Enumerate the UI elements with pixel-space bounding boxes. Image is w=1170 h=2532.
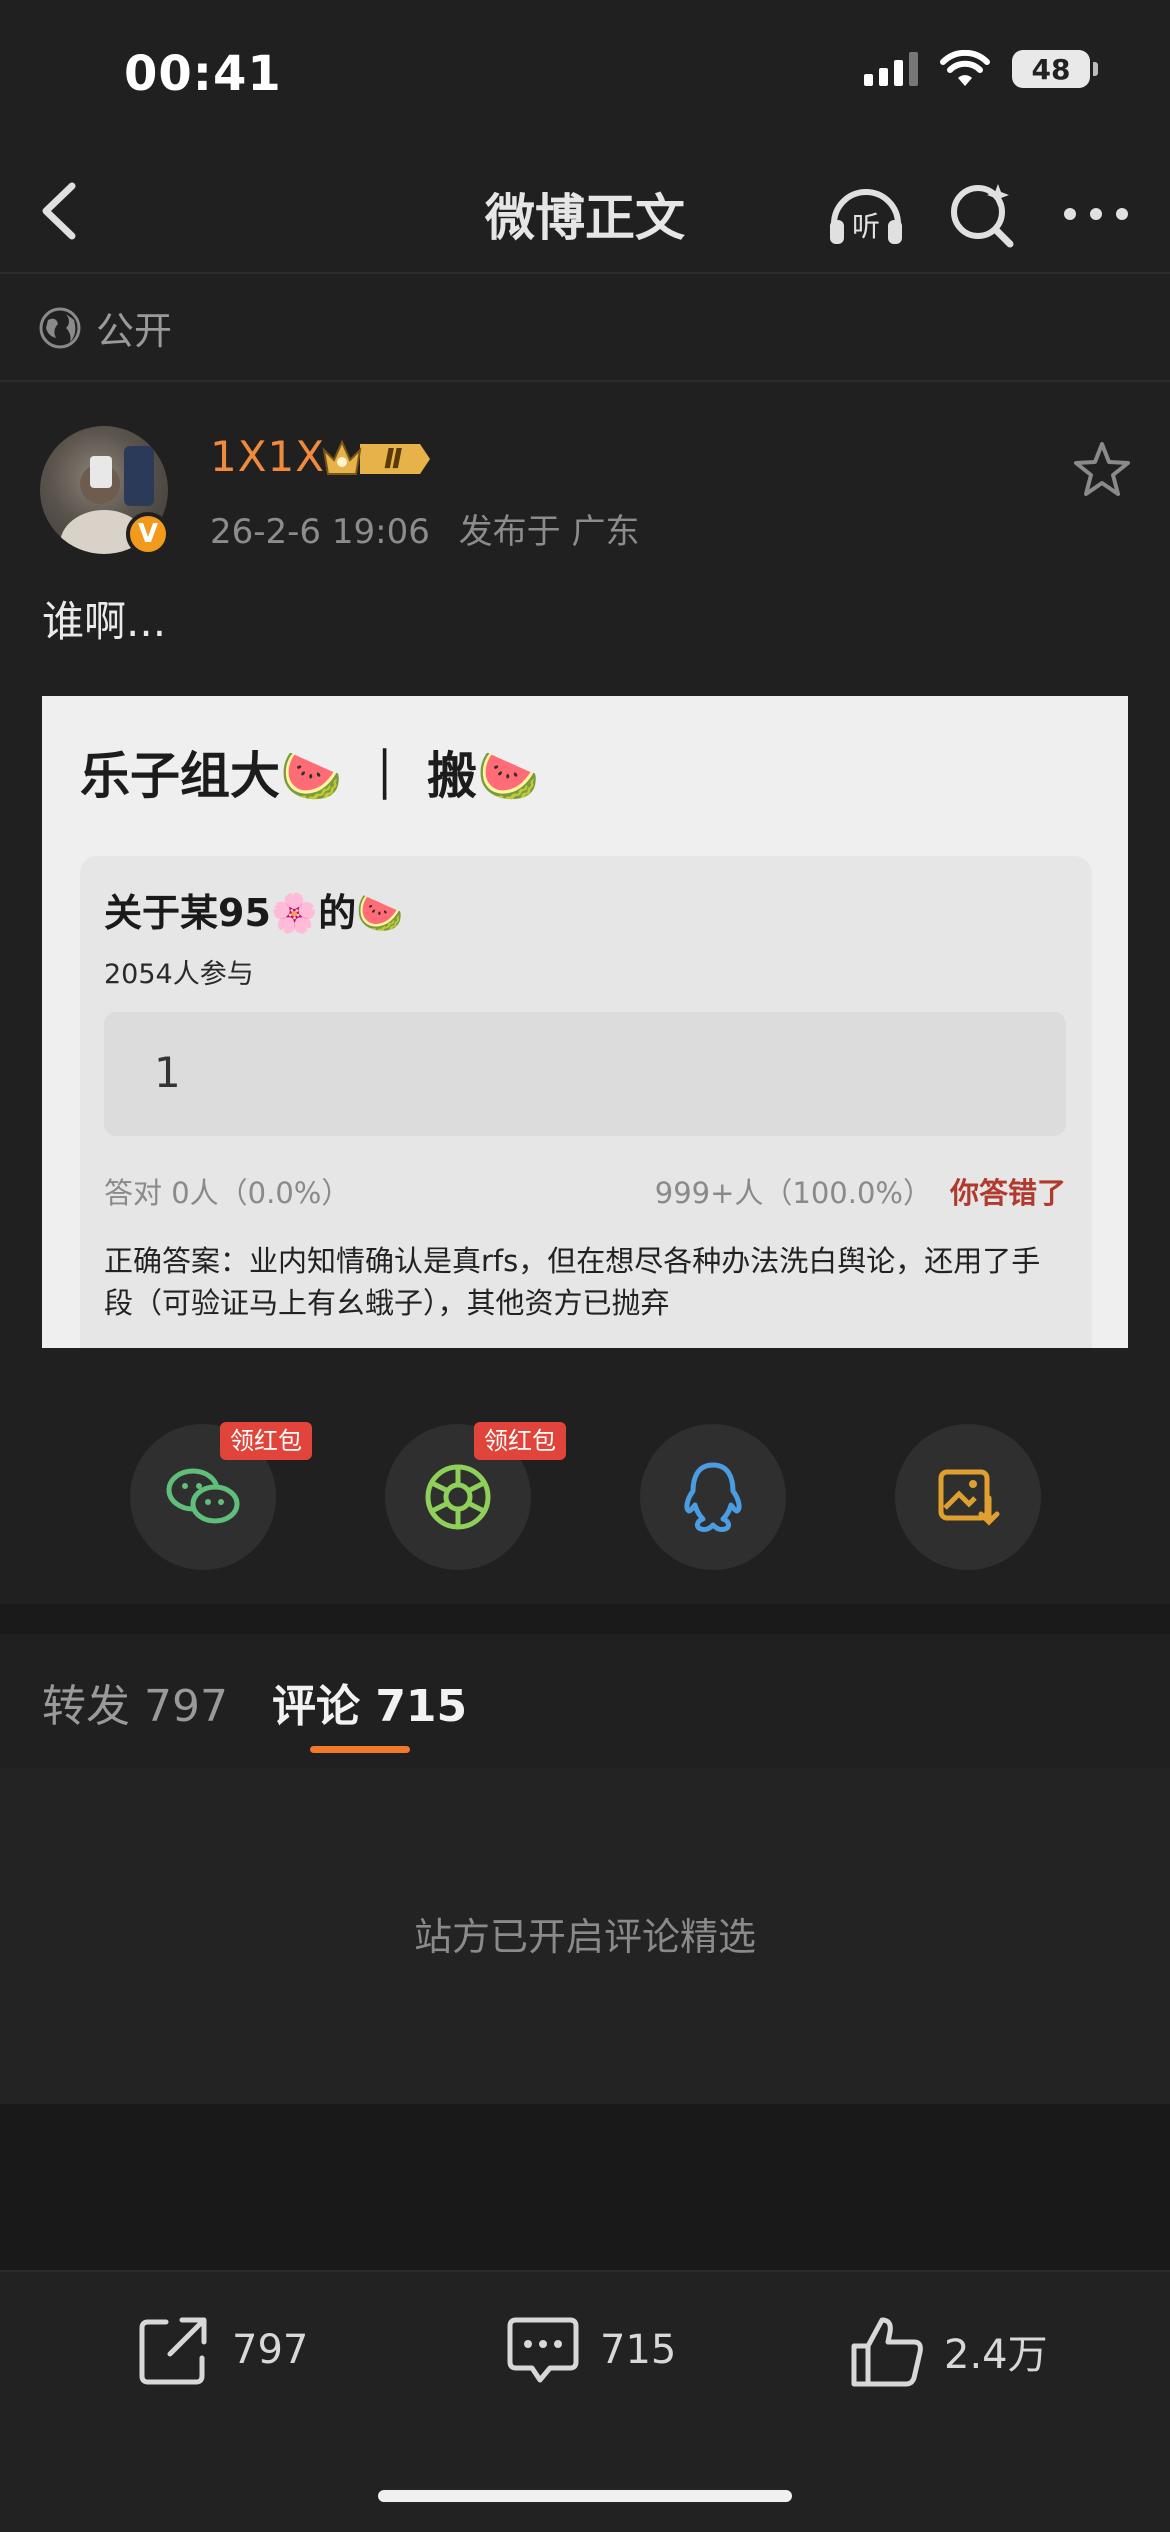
repost-count: 797 (232, 2327, 309, 2373)
quiz-card: 关于某95🌸的🍉 2054人参与 1 答对 0人（0.0%） 999+人（100… (80, 856, 1092, 1348)
verified-badge: V (126, 512, 170, 556)
repost-icon (139, 2317, 207, 2385)
nav-bar: 微博正文 听 (0, 150, 1170, 270)
search-icon[interactable] (940, 172, 1024, 256)
red-packet-badge: 领红包 (220, 1422, 312, 1460)
quiz-title: 关于某95🌸的🍉 (104, 891, 404, 935)
listen-headphones-icon[interactable]: 听 (824, 172, 908, 256)
image-title: 乐子组大🍉 ｜ 搬🍉 (80, 747, 540, 805)
comment-curation-note: 站方已开启评论精选 (413, 1915, 756, 1959)
quiz-correct-answer: 正确答案：业内知情确认是真rfs，但在想尽各种办法洗白舆论，还用了手段（可验证马… (104, 1244, 1041, 1320)
battery-icon: 48 (1012, 50, 1098, 88)
globe-icon (39, 307, 81, 348)
status-time: 00:41 (124, 46, 282, 102)
username[interactable]: 1X1X (210, 432, 325, 481)
active-tab-indicator (310, 1746, 410, 1753)
red-packet-badge: 领红包 (474, 1422, 566, 1460)
tab-repost[interactable]: 转发 797 (42, 1670, 228, 1734)
rank-badge: Ⅱ (384, 442, 403, 475)
quiz-wrong-label: 你答错了 (949, 1176, 1066, 1210)
like-button[interactable]: 2.4万 (848, 2312, 1048, 2390)
comment-area: 站方已开启评论精选 (0, 1768, 1170, 2104)
thumbs-up-icon (851, 2317, 923, 2387)
comment-count: 715 (600, 2327, 677, 2373)
divider (0, 272, 1170, 274)
cellular-signal-icon (864, 52, 918, 86)
visibility-label: 公开 (96, 309, 173, 353)
save-image-button[interactable] (895, 1424, 1041, 1570)
svg-text:听: 听 (852, 210, 880, 243)
moments-icon (425, 1464, 491, 1530)
visibility-row: 公开 (38, 300, 172, 355)
qq-icon (684, 1462, 742, 1532)
quiz-wrong-count: 999+人（100.0%） (654, 1176, 932, 1210)
post-text: 谁啊... (42, 597, 167, 646)
quiz-wrong-stats: 999+人（100.0%） 你答错了 (655, 1170, 1066, 1212)
comment-icon (507, 2317, 579, 2383)
post-meta: 26-2-6 19:06 发布于 广东 (210, 504, 639, 553)
home-indicator[interactable] (378, 2490, 792, 2502)
wechat-icon (166, 1468, 240, 1524)
divider (0, 380, 1170, 382)
post-image[interactable]: 乐子组大🍉 ｜ 搬🍉 关于某95🌸的🍉 2054人参与 1 答对 0人（0.0%… (42, 696, 1128, 1348)
interaction-tabs: 转发 797 评论 715 (0, 1634, 1170, 1768)
more-icon[interactable] (1054, 172, 1138, 256)
wifi-icon (940, 50, 990, 86)
comment-button[interactable]: 715 (504, 2312, 676, 2388)
quiz-correct-stats: 答对 0人（0.0%） (104, 1176, 351, 1210)
favorite-star-icon[interactable] (1070, 438, 1134, 502)
empty-area (0, 2104, 1170, 2270)
post-location: 发布于 广东 (458, 512, 640, 552)
save-image-icon (938, 1469, 1000, 1526)
quiz-participants: 2054人参与 (104, 959, 254, 990)
quiz-answer-box: 1 (104, 1012, 1066, 1136)
share-qq-button[interactable] (640, 1424, 786, 1570)
post-timestamp: 26-2-6 19:06 (210, 512, 430, 552)
status-icons: 48 (864, 50, 1098, 88)
member-crown-icon: Ⅱ (320, 434, 436, 488)
section-separator (0, 1604, 1170, 1634)
quiz-answer-value: 1 (154, 1048, 181, 1097)
like-count: 2.4万 (944, 2332, 1048, 2378)
repost-button[interactable]: 797 (136, 2312, 308, 2388)
tab-comment[interactable]: 评论 715 (272, 1670, 467, 1734)
